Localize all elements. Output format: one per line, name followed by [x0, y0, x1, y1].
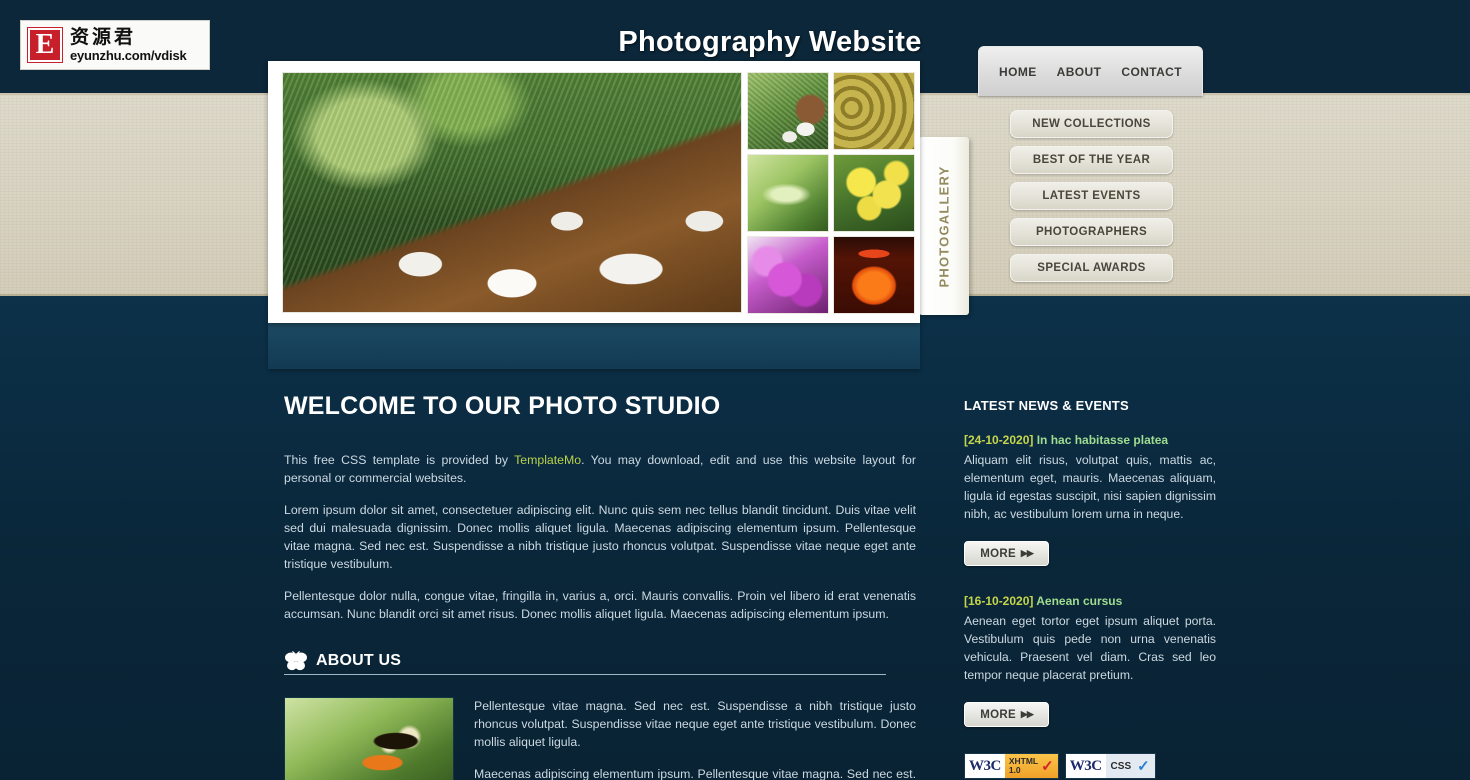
blue-check-icon: ✓ — [1137, 758, 1150, 775]
butterfly-icon — [285, 651, 307, 671]
news-item-2-title[interactable]: [16-10-2020] Aenean cursus — [964, 594, 1216, 608]
gallery-panel-shadow — [268, 323, 920, 369]
main-content: WELCOME TO OUR PHOTO STUDIO This free CS… — [284, 392, 916, 780]
logo-e-mark: E — [27, 27, 63, 63]
gallery-thumb-2[interactable] — [833, 72, 915, 150]
double-arrow-icon: ▶▶ — [1020, 709, 1034, 719]
xhtml-label-line2: 1.0 — [1008, 765, 1021, 775]
xhtml-text-block: XHTML 1.0 — [1009, 757, 1038, 775]
cacti-image — [834, 73, 914, 149]
logo-url-text: eyunzhu.com/vdisk — [70, 48, 187, 63]
gallery-hero-image[interactable] — [282, 72, 742, 313]
red-check-icon: ✓ — [1041, 758, 1054, 775]
news-item-1-headline: In hac habitasse platea — [1033, 433, 1169, 447]
news-item-2-headline: Aenean cursus — [1033, 594, 1123, 608]
nav-item-about[interactable]: ABOUT — [1057, 65, 1102, 79]
side-menu-item-special-awards[interactable]: SPECIAL AWARDS — [1010, 254, 1173, 282]
page-root: E 资源君 eyunzhu.com/vdisk Photography Webs… — [0, 0, 1470, 780]
css-label: CSS — [1110, 760, 1132, 772]
gallery-thumb-1[interactable] — [747, 72, 829, 150]
w3c-css-right: CSS ✓ — [1105, 754, 1155, 778]
photogallery-tab[interactable]: PHOTOGALLERY — [919, 137, 969, 315]
logo-chinese-text: 资源君 — [70, 26, 137, 48]
about-paragraph-2: Maecenas adipiscing elementum ipsum. Pel… — [474, 767, 916, 780]
side-menu: NEW COLLECTIONS BEST OF THE YEAR LATEST … — [1010, 110, 1173, 290]
news-item-2-more-button[interactable]: MORE ▶▶ — [964, 702, 1049, 727]
w3c-css-logo: W3C — [1065, 754, 1106, 778]
side-menu-item-best-of-the-year[interactable]: BEST OF THE YEAR — [1010, 146, 1173, 174]
w3c-xhtml-logo: W3C — [965, 754, 1005, 778]
more-label: MORE — [980, 547, 1016, 560]
body-paragraph-3: Pellentesque dolor nulla, congue vitae, … — [284, 589, 916, 621]
news-item-1: [24-10-2020] In hac habitasse platea Ali… — [964, 433, 1216, 566]
gallery-thumbnails — [747, 72, 919, 323]
latest-news-heading: LATEST NEWS & EVENTS — [964, 398, 1129, 413]
purple-orchid-image — [748, 237, 828, 313]
gallery-thumb-5[interactable] — [747, 236, 829, 314]
about-us-heading: ABOUT US — [316, 652, 402, 669]
news-item-2-date: [16-10-2020] — [964, 594, 1034, 608]
butterfly-photo — [285, 698, 453, 780]
side-menu-item-latest-events[interactable]: LATEST EVENTS — [1010, 182, 1173, 210]
green-plants-image — [748, 73, 828, 149]
news-item-2-body: Aenean eget tortor eget ipsum aliquet po… — [964, 614, 1216, 682]
w3c-xhtml-badge[interactable]: W3C XHTML 1.0 ✓ — [964, 753, 1059, 779]
about-us-text: Pellentesque vitae magna. Sed nec est. S… — [474, 697, 916, 780]
side-menu-item-new-collections[interactable]: NEW COLLECTIONS — [1010, 110, 1173, 138]
w3c-css-badge[interactable]: W3C CSS ✓ — [1064, 753, 1156, 779]
about-us-image[interactable] — [284, 697, 454, 780]
intro-paragraph: This free CSS template is provided by Te… — [284, 451, 916, 487]
nav-item-home[interactable]: HOME — [999, 65, 1037, 79]
templatemo-link[interactable]: TemplateMo — [514, 453, 581, 467]
orange-pot-image — [834, 237, 914, 313]
more-label: MORE — [980, 708, 1016, 721]
logo-text: 资源君 eyunzhu.com/vdisk — [70, 26, 187, 63]
validation-badges: W3C XHTML 1.0 ✓ W3C CSS ✓ — [964, 753, 1216, 779]
photogallery-tab-label: PHOTOGALLERY — [936, 164, 952, 288]
welcome-heading: WELCOME TO OUR PHOTO STUDIO — [284, 392, 721, 420]
news-item-1-title[interactable]: [24-10-2020] In hac habitasse platea — [964, 433, 1216, 447]
double-arrow-icon: ▶▶ — [1020, 548, 1034, 558]
news-item-2: [16-10-2020] Aenean cursus Aenean eget t… — [964, 594, 1216, 727]
latest-news-column: LATEST NEWS & EVENTS [24-10-2020] In hac… — [964, 398, 1216, 779]
gallery-thumb-4[interactable] — [833, 154, 915, 232]
garden-image — [283, 73, 741, 312]
body-paragraph-2: Lorem ipsum dolor sit amet, consectetuer… — [284, 503, 916, 571]
side-menu-item-photographers[interactable]: PHOTOGRAPHERS — [1010, 218, 1173, 246]
yellow-flowers-image — [834, 155, 914, 231]
news-item-1-more-button[interactable]: MORE ▶▶ — [964, 541, 1049, 566]
top-navigation: HOME ABOUT CONTACT — [978, 46, 1203, 96]
about-us-header: ABOUT US — [284, 651, 886, 675]
about-us-body: Pellentesque vitae magna. Sed nec est. S… — [284, 697, 916, 780]
about-paragraph-1: Pellentesque vitae magna. Sed nec est. S… — [474, 699, 916, 749]
gallery-thumb-6[interactable] — [833, 236, 915, 314]
green-leaf-image — [748, 155, 828, 231]
gallery-thumb-3[interactable] — [747, 154, 829, 232]
photo-gallery-panel — [268, 61, 920, 323]
intro-text-before: This free CSS template is provided by — [284, 453, 515, 467]
nav-item-contact[interactable]: CONTACT — [1121, 65, 1182, 79]
news-item-1-date: [24-10-2020] — [964, 433, 1034, 447]
w3c-xhtml-right: XHTML 1.0 ✓ — [1004, 754, 1058, 778]
news-item-1-body: Aliquam elit risus, volutpat quis, matti… — [964, 453, 1216, 521]
page-title: Photography Website — [618, 26, 922, 58]
site-logo[interactable]: E 资源君 eyunzhu.com/vdisk — [20, 20, 210, 70]
